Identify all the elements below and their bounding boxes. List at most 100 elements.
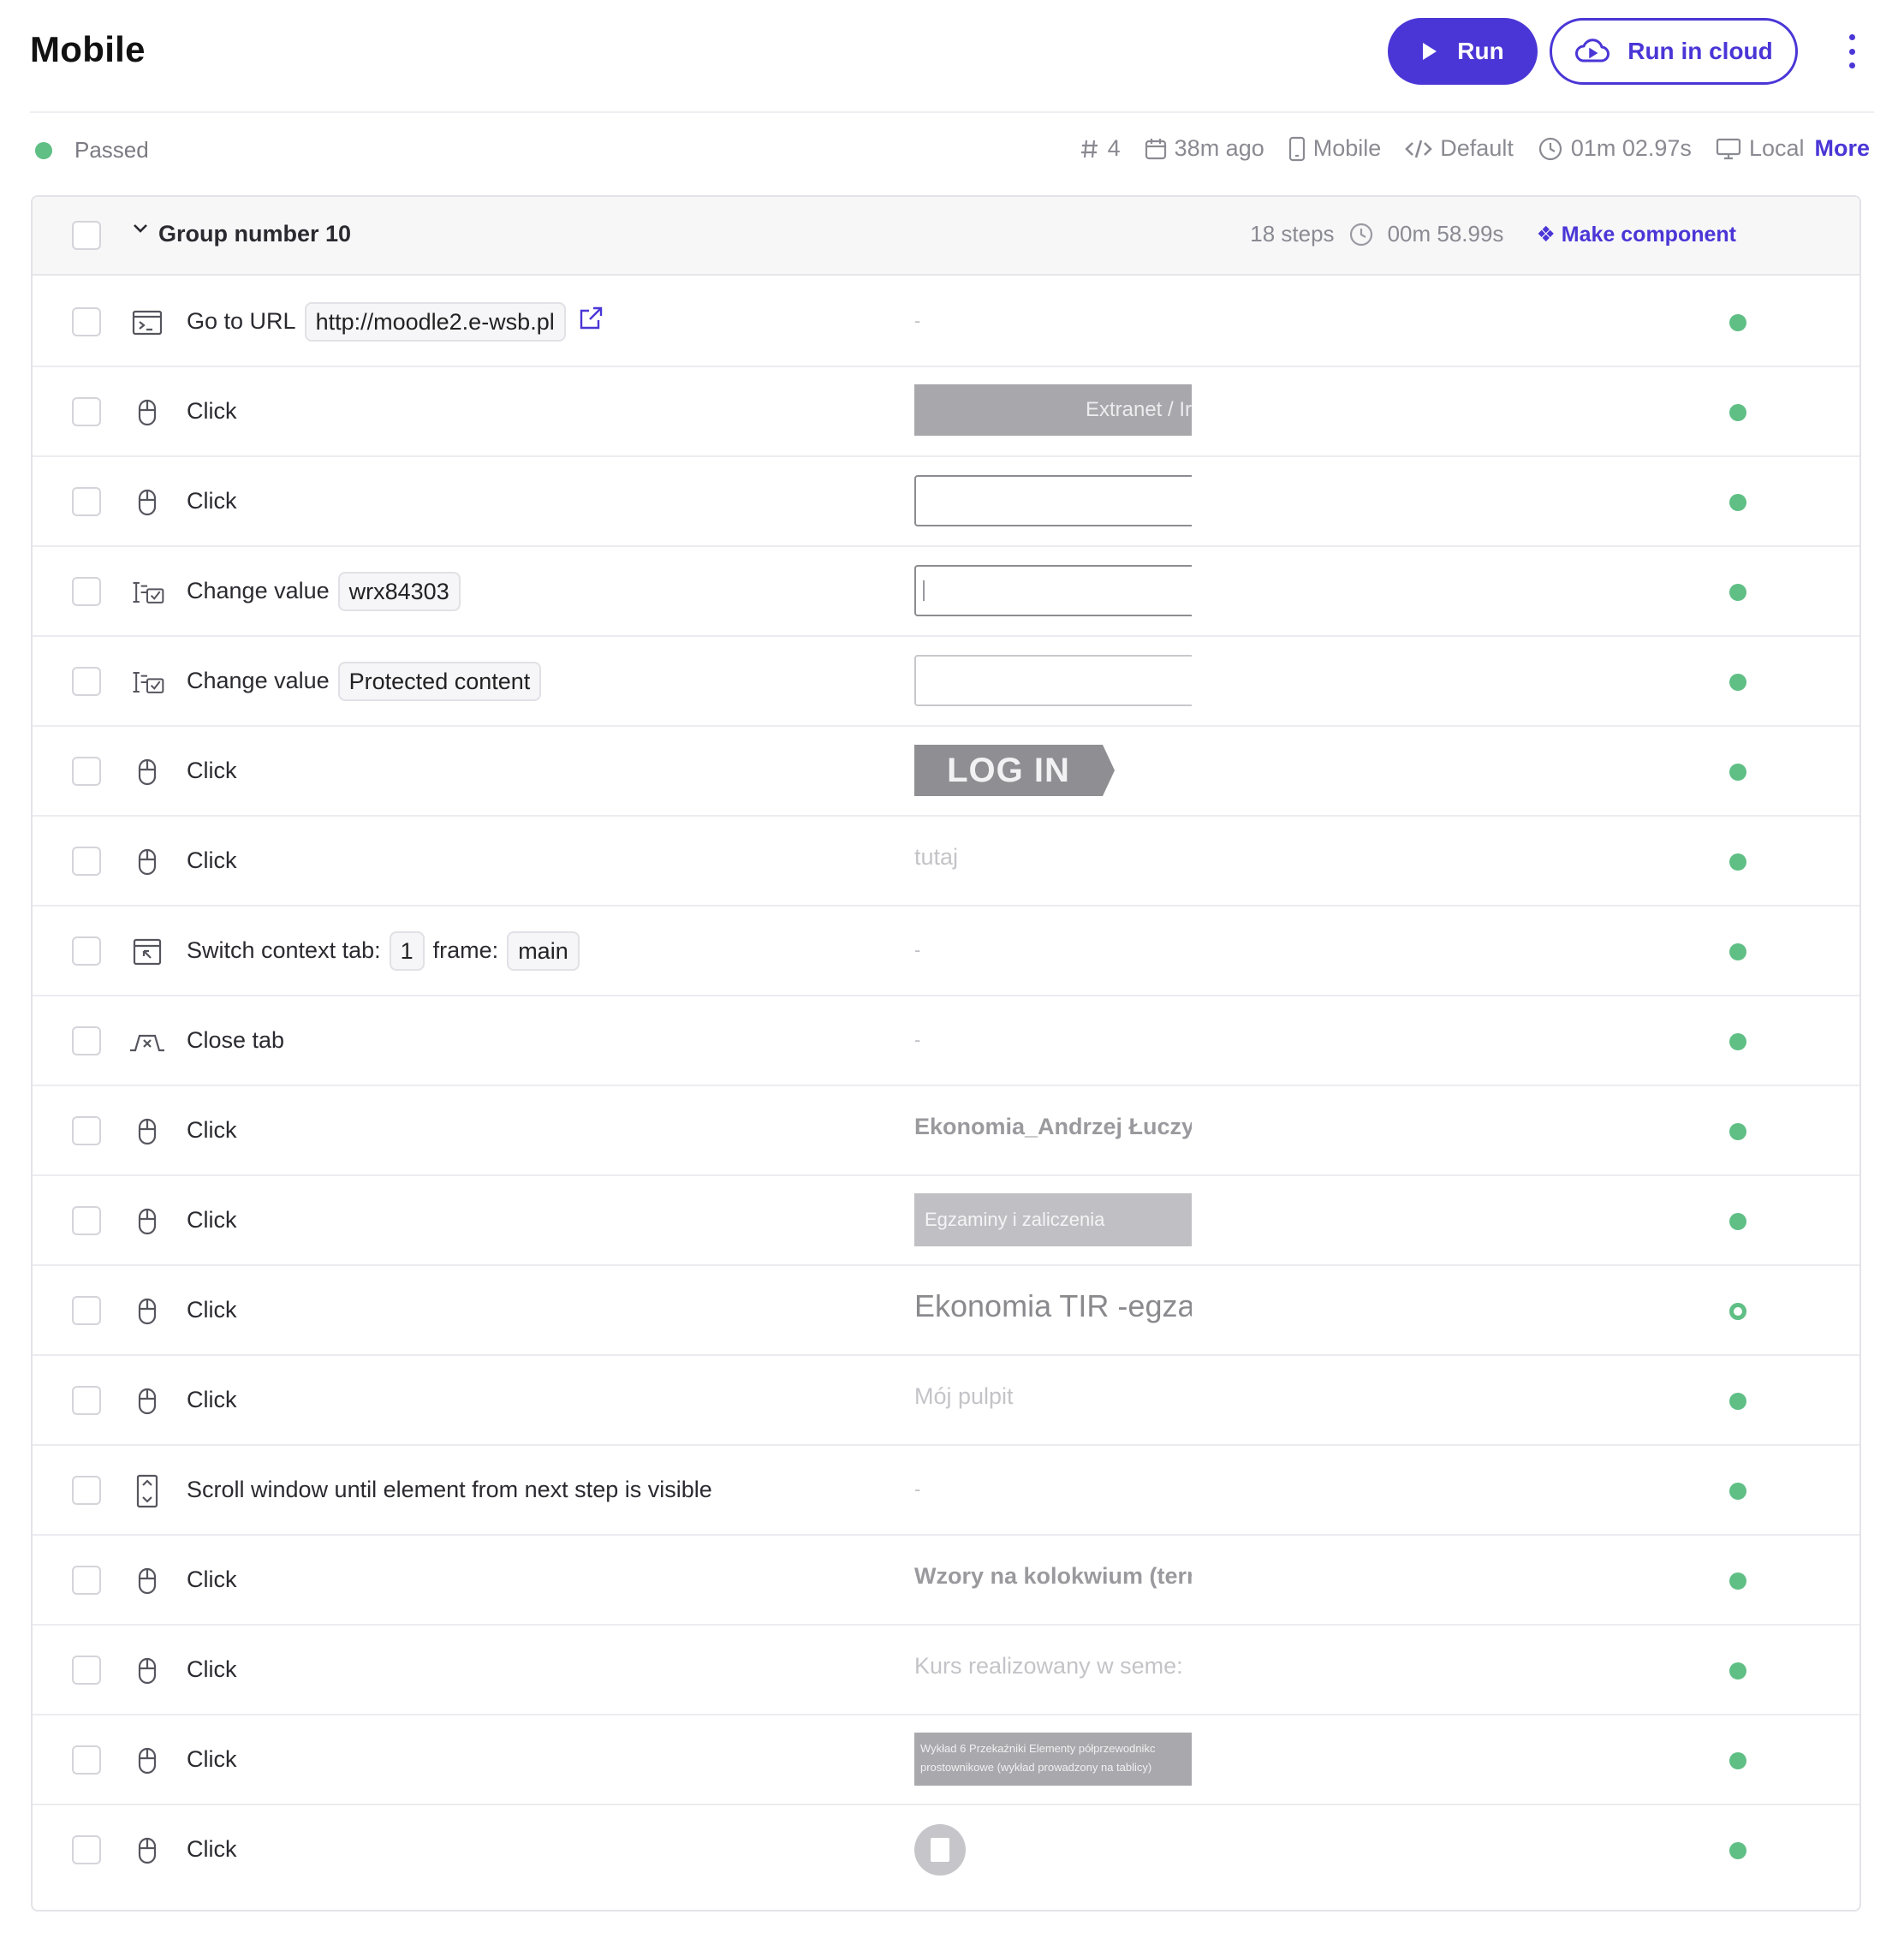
step-label: Change value wrx84303 xyxy=(187,547,461,635)
step-row[interactable]: Click Kurs realizowany w seme: xyxy=(33,1626,1859,1715)
hash-icon xyxy=(1080,140,1098,158)
run-button[interactable]: Run xyxy=(1388,18,1538,85)
step-row[interactable]: Click Wzory na kolokwium (terr xyxy=(33,1536,1859,1626)
step-checkbox[interactable] xyxy=(72,487,101,516)
more-options-icon[interactable] xyxy=(1841,34,1863,68)
scroll-icon xyxy=(128,1472,166,1510)
run-location: Local xyxy=(1716,135,1804,162)
step-action: Go to URL xyxy=(187,308,296,334)
step-row[interactable]: Click LOG IN xyxy=(33,727,1859,817)
step-label: Change value Protected content xyxy=(187,637,542,725)
screenshot-line: prostownikowe (wykład prowadzony na tabl… xyxy=(920,1761,1152,1774)
mouse-icon xyxy=(128,1382,166,1420)
step-row[interactable]: Click xyxy=(33,457,1859,547)
step-screenshot xyxy=(914,457,1192,545)
step-checkbox[interactable] xyxy=(72,1386,101,1415)
external-link-icon[interactable] xyxy=(578,306,604,337)
step-action: Click xyxy=(187,1387,237,1412)
step-checkbox[interactable] xyxy=(72,757,101,786)
step-status-dot xyxy=(1729,764,1746,781)
step-checkbox[interactable] xyxy=(72,1745,101,1775)
step-checkbox[interactable] xyxy=(72,1206,101,1235)
step-status-dot xyxy=(1729,943,1746,960)
step-checkbox[interactable] xyxy=(72,847,101,876)
step-status-dot xyxy=(1729,494,1746,511)
chevron-down-icon[interactable] xyxy=(132,223,149,235)
code-icon xyxy=(1405,140,1433,158)
step-screenshot: Extranet / Ir xyxy=(914,367,1192,455)
step-action: Change value xyxy=(187,578,330,603)
mouse-icon xyxy=(128,1113,166,1150)
step-row[interactable]: Click xyxy=(33,1805,1859,1895)
step-row[interactable]: Go to URL http://moodle2.e-wsb.pl - xyxy=(33,277,1859,367)
terminal-icon xyxy=(128,304,166,342)
step-checkbox[interactable] xyxy=(72,397,101,426)
step-row[interactable]: Click Wykład 6 Przekaźniki Elementy półpr… xyxy=(33,1715,1859,1805)
close-tab-icon xyxy=(128,1023,166,1061)
step-row[interactable]: Change value Protected content xyxy=(33,637,1859,727)
change-value-icon xyxy=(128,663,166,701)
step-screenshot: - xyxy=(914,907,1192,995)
step-checkbox[interactable] xyxy=(72,1116,101,1145)
mouse-icon xyxy=(128,843,166,881)
step-status-dot xyxy=(1729,404,1746,421)
screenshot-text: Ekonomia_Andrzej Łuczy: xyxy=(914,1114,1192,1139)
step-row[interactable]: Click Extranet / Ir xyxy=(33,367,1859,457)
step-checkbox[interactable] xyxy=(72,1026,101,1055)
step-row[interactable]: Close tab - xyxy=(33,996,1859,1086)
step-row[interactable]: Click Mój pulpit xyxy=(33,1356,1859,1446)
more-link[interactable]: More xyxy=(1814,135,1870,162)
group-header[interactable]: Group number 10 18 steps 00m 58.99s ❖ Ma… xyxy=(33,197,1859,276)
step-row[interactable]: Change value wrx84303 xyxy=(33,547,1859,637)
step-row[interactable]: Click tutaj xyxy=(33,817,1859,907)
step-status-dot xyxy=(1729,1483,1746,1500)
step-row[interactable]: Switch context tab: 1 frame: main - xyxy=(33,907,1859,996)
run-in-cloud-label: Run in cloud xyxy=(1627,38,1773,64)
step-checkbox[interactable] xyxy=(72,667,101,696)
step-status-dot xyxy=(1729,314,1746,331)
run-duration: 01m 02.97s xyxy=(1538,135,1692,162)
step-row[interactable]: Scroll window until element from next st… xyxy=(33,1446,1859,1536)
step-status-dot xyxy=(1729,1572,1746,1590)
step-extra-label: frame: xyxy=(432,937,499,963)
step-param-chip: http://moodle2.e-wsb.pl xyxy=(304,301,566,342)
step-screenshot: - xyxy=(914,996,1192,1085)
step-status-dot xyxy=(1729,1662,1746,1679)
run-device: Mobile xyxy=(1288,135,1381,162)
step-checkbox[interactable] xyxy=(72,1476,101,1505)
screenshot-text: Ekonomia TIR -egzai xyxy=(914,1288,1192,1323)
step-action: Click xyxy=(187,758,237,783)
document-icon xyxy=(914,1824,966,1876)
group-checkbox[interactable] xyxy=(72,221,101,250)
step-row[interactable]: Click Egzaminy i zaliczenia xyxy=(33,1176,1859,1266)
mouse-icon xyxy=(128,1562,166,1600)
step-checkbox[interactable] xyxy=(72,1566,101,1595)
screenshot-input xyxy=(914,655,1192,706)
run-time: 38m ago xyxy=(1145,135,1264,162)
screenshot-text: Wzory na kolokwium (terr xyxy=(914,1563,1192,1589)
step-checkbox[interactable] xyxy=(72,1296,101,1325)
step-label: Click xyxy=(187,1176,237,1264)
step-row[interactable]: Click Ekonomia_Andrzej Łuczy: xyxy=(33,1086,1859,1176)
step-screenshot: Ekonomia_Andrzej Łuczy: xyxy=(914,1086,1192,1174)
clock-icon xyxy=(1349,223,1372,246)
step-label: Close tab xyxy=(187,996,284,1085)
step-checkbox[interactable] xyxy=(72,577,101,606)
make-component-button[interactable]: ❖ Make component xyxy=(1536,222,1736,247)
step-action: Scroll window until element from next st… xyxy=(187,1477,712,1502)
run-in-cloud-button[interactable]: Run in cloud xyxy=(1550,18,1798,85)
step-checkbox[interactable] xyxy=(72,1656,101,1685)
step-action: Click xyxy=(187,1656,237,1682)
mouse-icon xyxy=(128,394,166,431)
screenshot-input xyxy=(914,565,1192,616)
step-checkbox[interactable] xyxy=(72,936,101,966)
run-environment: Default xyxy=(1405,135,1514,162)
step-screenshot: Kurs realizowany w seme: xyxy=(914,1626,1192,1714)
step-checkbox[interactable] xyxy=(72,1835,101,1864)
step-checkbox[interactable] xyxy=(72,307,101,336)
step-row[interactable]: Click Ekonomia TIR -egzai xyxy=(33,1266,1859,1356)
step-screenshot: tutaj xyxy=(914,817,1192,905)
mobile-device-icon xyxy=(1288,136,1305,161)
step-label: Click xyxy=(187,367,237,455)
step-label: Click xyxy=(187,457,237,545)
